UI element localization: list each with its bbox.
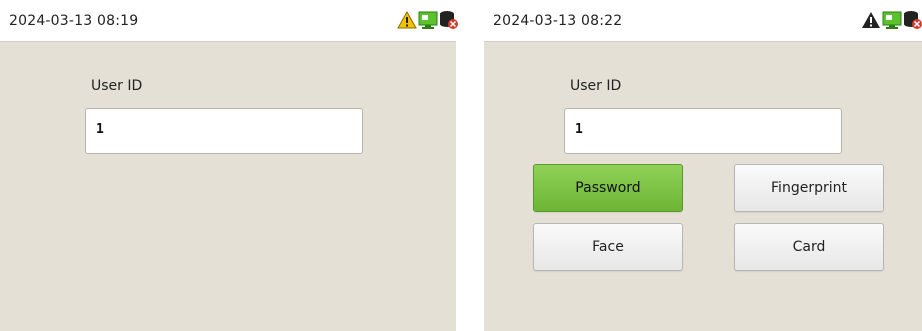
card-button[interactable]: Card: [734, 223, 884, 271]
content-panel: User ID 1 Password Fingerprint Face Card: [484, 42, 922, 331]
status-icons: [396, 10, 459, 34]
user-id-input[interactable]: 1: [564, 108, 842, 154]
datetime: 2024-03-13 08:19: [9, 13, 139, 29]
right-screen: 2024-03-13 08:22 User ID 1 Password Fing…: [484, 0, 922, 331]
database-error-icon: [903, 10, 922, 34]
user-id-label: User ID: [570, 78, 622, 94]
user-id-input[interactable]: 1: [85, 108, 363, 154]
database-error-icon: [439, 10, 459, 34]
warning-icon: [861, 11, 881, 33]
content-panel: User ID 1: [0, 42, 456, 331]
password-button[interactable]: Password: [533, 164, 683, 212]
network-icon: [418, 10, 438, 34]
warning-icon: [397, 10, 417, 33]
status-icons: [860, 11, 922, 33]
user-id-label: User ID: [91, 78, 143, 94]
status-bar: 2024-03-13 08:22: [484, 0, 922, 42]
network-icon: [882, 10, 902, 34]
fingerprint-button[interactable]: Fingerprint: [734, 164, 884, 212]
face-button[interactable]: Face: [533, 223, 683, 271]
datetime: 2024-03-13 08:22: [493, 13, 623, 29]
left-screen: 2024-03-13 08:19 User ID 1: [0, 0, 459, 331]
status-bar: 2024-03-13 08:19: [0, 0, 459, 42]
